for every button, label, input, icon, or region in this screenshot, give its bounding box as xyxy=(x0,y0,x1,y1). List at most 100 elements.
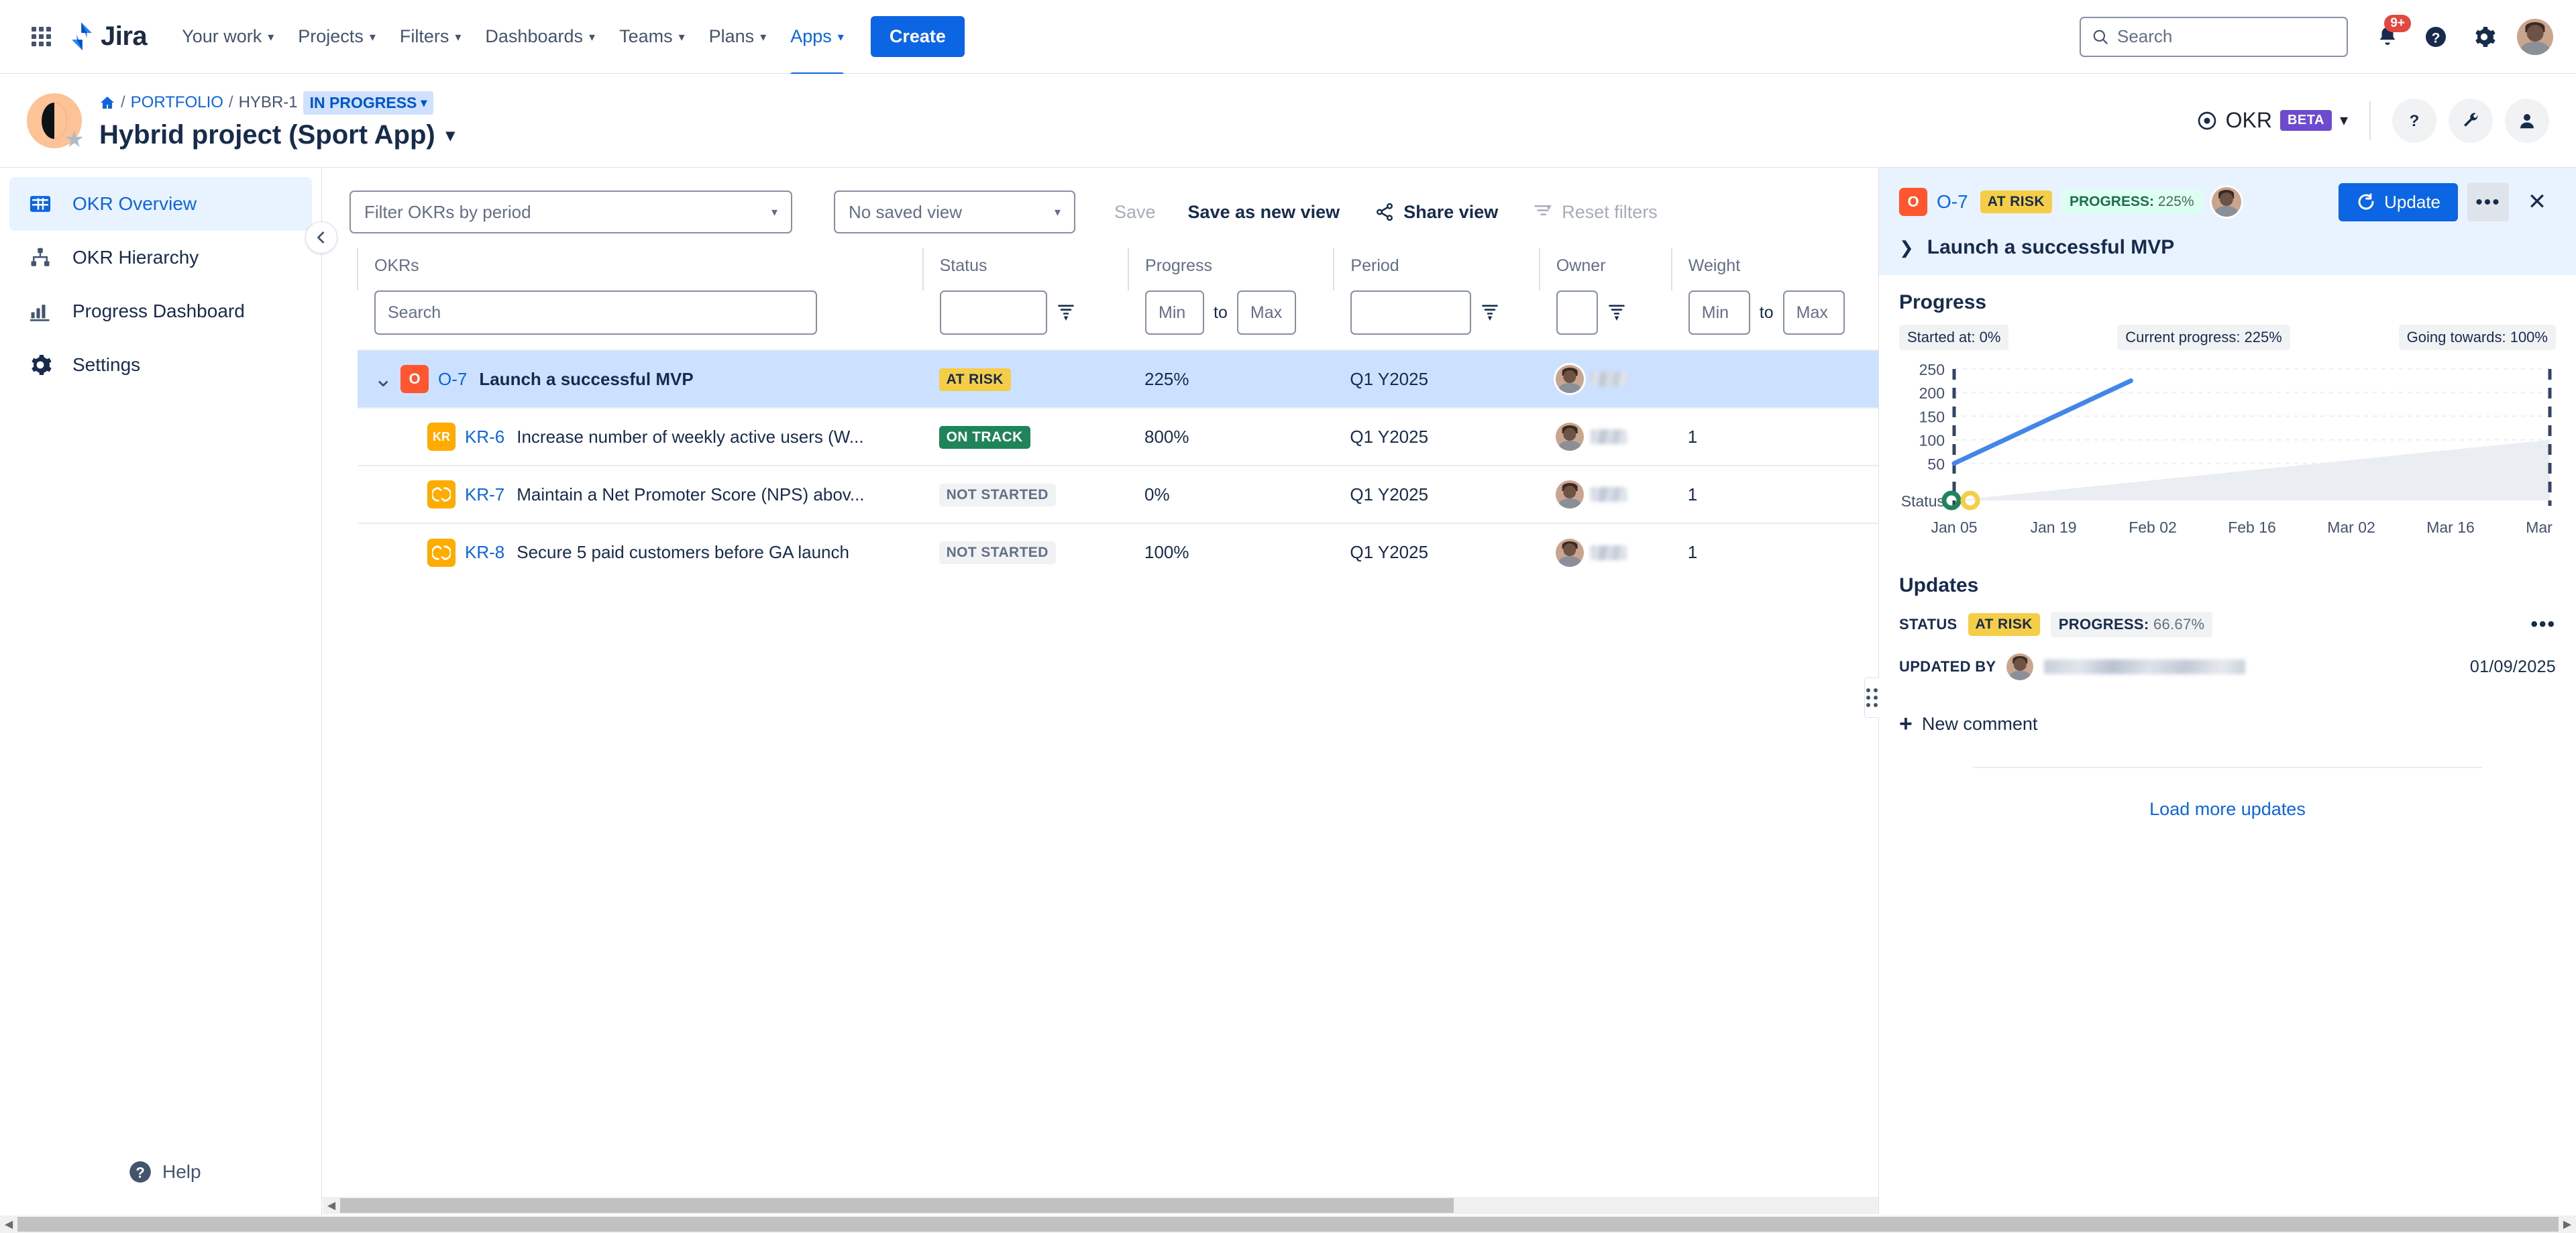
column-header-owner[interactable]: Owner xyxy=(1538,248,1672,290)
period-filter-input[interactable] xyxy=(1350,290,1472,335)
chevron-down-icon[interactable]: ▾ xyxy=(446,126,455,144)
progress-max-input[interactable]: Max xyxy=(1236,290,1296,335)
user-avatar[interactable] xyxy=(2517,18,2553,55)
project-avatar: ★ xyxy=(27,93,85,151)
table-row[interactable]: KR KR-6 Increase number of weekly active u… xyxy=(358,408,1878,466)
panel-more-button[interactable]: ••• xyxy=(2467,182,2509,221)
sidebar-item-okr-hierarchy[interactable]: OKR Hierarchy xyxy=(9,231,312,284)
column-header-okrs[interactable]: OKRs xyxy=(357,248,923,290)
row-issue-key[interactable]: O-7 xyxy=(438,369,467,390)
help-link[interactable]: ? Help xyxy=(127,1159,201,1185)
avatar[interactable] xyxy=(1555,538,1584,567)
panel-tools-button[interactable] xyxy=(2449,98,2493,143)
cell-weight: 1 xyxy=(1687,542,1698,562)
sidebar-item-settings[interactable]: Settings xyxy=(9,338,312,392)
bar-chart-icon xyxy=(25,299,55,323)
update-more-button[interactable]: ••• xyxy=(2530,614,2556,635)
period-filter-select[interactable]: Filter OKRs by period ▾ xyxy=(350,191,792,233)
owner-filter-input[interactable] xyxy=(1556,290,1598,335)
avatar[interactable] xyxy=(1555,423,1584,451)
table-row[interactable]: KR-7 Maintain a Net Promoter Score (NPS) … xyxy=(358,466,1878,523)
gear-icon xyxy=(2475,26,2496,47)
panel-owner-avatar[interactable] xyxy=(2211,187,2241,217)
progress-min-input[interactable]: Min xyxy=(1145,290,1205,335)
reset-filters-button[interactable]: Reset filters xyxy=(1533,202,1658,223)
row-issue-key[interactable]: KR-6 xyxy=(465,427,504,447)
chevron-right-icon[interactable]: ❯ xyxy=(1899,237,1914,258)
cell-okr: KR-8 Secure 5 paid customers before GA la… xyxy=(358,523,923,581)
share-view-button[interactable]: Share view xyxy=(1375,202,1498,223)
scroll-left-arrow[interactable]: ◀ xyxy=(323,1197,340,1214)
page-horizontal-scrollbar[interactable]: ◀ ▶ xyxy=(0,1216,2576,1233)
home-icon[interactable] xyxy=(99,95,115,111)
saved-view-select[interactable]: No saved view ▾ xyxy=(834,191,1075,233)
row-issue-key[interactable]: KR-7 xyxy=(465,484,504,505)
nav-item-apps[interactable]: Apps ▾ xyxy=(778,17,856,76)
column-header-period[interactable]: Period xyxy=(1333,248,1540,290)
chevron-down-icon: ▾ xyxy=(837,30,844,44)
status-marker-on-track[interactable] xyxy=(1941,490,1962,511)
cell-progress: 225% xyxy=(1144,368,1189,389)
jira-logo[interactable]: Jira xyxy=(68,21,148,52)
sidebar-item-progress-dashboard[interactable]: Progress Dashboard xyxy=(9,284,312,338)
notifications-button[interactable]: 9+ xyxy=(2367,14,2411,58)
column-header-status[interactable]: Status xyxy=(922,248,1129,290)
breadcrumb-portfolio[interactable]: PORTFOLIO xyxy=(131,93,223,112)
create-button[interactable]: Create xyxy=(870,16,965,57)
search-input[interactable]: Search xyxy=(2080,16,2348,57)
scrollbar-thumb[interactable] xyxy=(340,1198,1454,1213)
row-issue-key[interactable]: KR-8 xyxy=(465,542,504,563)
cell-progress: 100% xyxy=(1144,542,1189,562)
panel-close-button[interactable]: ✕ xyxy=(2518,183,2556,221)
settings-button[interactable] xyxy=(2463,16,2505,58)
save-button[interactable]: Save xyxy=(1114,202,1156,223)
filter-icon[interactable] xyxy=(1481,302,1499,324)
nav-item-filters[interactable]: Filters ▾ xyxy=(388,17,474,56)
panel-resize-handle[interactable] xyxy=(1864,678,1879,718)
help-button[interactable]: ? xyxy=(2415,16,2457,58)
load-more-updates-button[interactable]: Load more updates xyxy=(1899,799,2556,820)
column-header-weight[interactable]: Weight xyxy=(1670,248,1878,290)
chevron-down-icon[interactable]: ⌄ xyxy=(374,366,393,392)
filter-icon[interactable] xyxy=(1057,302,1075,324)
weight-max-placeholder: Max xyxy=(1796,303,1828,322)
nav-item-projects[interactable]: Projects ▾ xyxy=(286,17,388,56)
status-filter-input[interactable] xyxy=(939,290,1047,335)
scroll-right-arrow[interactable]: ▶ xyxy=(2559,1216,2576,1233)
share-view-label: Share view xyxy=(1403,201,1499,222)
panel-issue-key[interactable]: O-7 xyxy=(1937,191,1968,213)
status-badge[interactable]: IN PROGRESS ▾ xyxy=(303,91,434,115)
chevron-down-icon: ▾ xyxy=(771,205,777,219)
panel-user-button[interactable] xyxy=(2505,98,2549,143)
app-switcher-button[interactable] xyxy=(23,19,59,55)
cell-status: ON TRACK xyxy=(923,408,1128,466)
sidebar-collapse-button[interactable] xyxy=(305,221,337,254)
nav-item-dashboards[interactable]: Dashboards ▾ xyxy=(473,17,607,56)
chevron-down-icon: ▾ xyxy=(1054,205,1061,219)
nav-item-plans[interactable]: Plans ▾ xyxy=(697,17,779,56)
okr-app-selector[interactable]: OKR BETA ▾ xyxy=(2196,108,2348,133)
weight-max-input[interactable]: Max xyxy=(1782,290,1845,335)
scroll-left-arrow[interactable]: ◀ xyxy=(0,1216,17,1233)
avatar-head xyxy=(1563,370,1576,383)
scrollbar-thumb[interactable] xyxy=(17,1217,2559,1232)
search-input[interactable]: Search xyxy=(374,290,817,335)
panel-help-button[interactable]: ? xyxy=(2392,98,2436,143)
star-icon[interactable]: ★ xyxy=(64,128,85,151)
sidebar-item-label: Settings xyxy=(72,354,141,375)
nav-item-teams[interactable]: Teams ▾ xyxy=(607,17,697,56)
filter-icon[interactable] xyxy=(1607,302,1626,324)
avatar[interactable] xyxy=(1555,480,1584,508)
new-comment-button[interactable]: + New comment xyxy=(1899,712,2556,735)
table-row[interactable]: ⌄ O O-7 Launch a successful MVP AT RISK 225% Q… xyxy=(358,350,1878,408)
save-as-new-view-button[interactable]: Save as new view xyxy=(1188,202,1340,223)
avatar[interactable] xyxy=(1555,365,1584,393)
table-row[interactable]: KR-8 Secure 5 paid customers before GA la… xyxy=(358,523,1878,581)
nav-item-your-work[interactable]: Your work ▾ xyxy=(170,17,286,56)
column-header-progress[interactable]: Progress xyxy=(1128,248,1334,290)
sidebar-item-okr-overview[interactable]: OKR Overview xyxy=(9,177,312,231)
weight-min-input[interactable]: Min xyxy=(1688,290,1750,335)
update-button[interactable]: Update xyxy=(2339,182,2458,221)
table-horizontal-scrollbar[interactable]: ◀ xyxy=(323,1197,1878,1214)
avatar-body xyxy=(2009,670,2031,680)
